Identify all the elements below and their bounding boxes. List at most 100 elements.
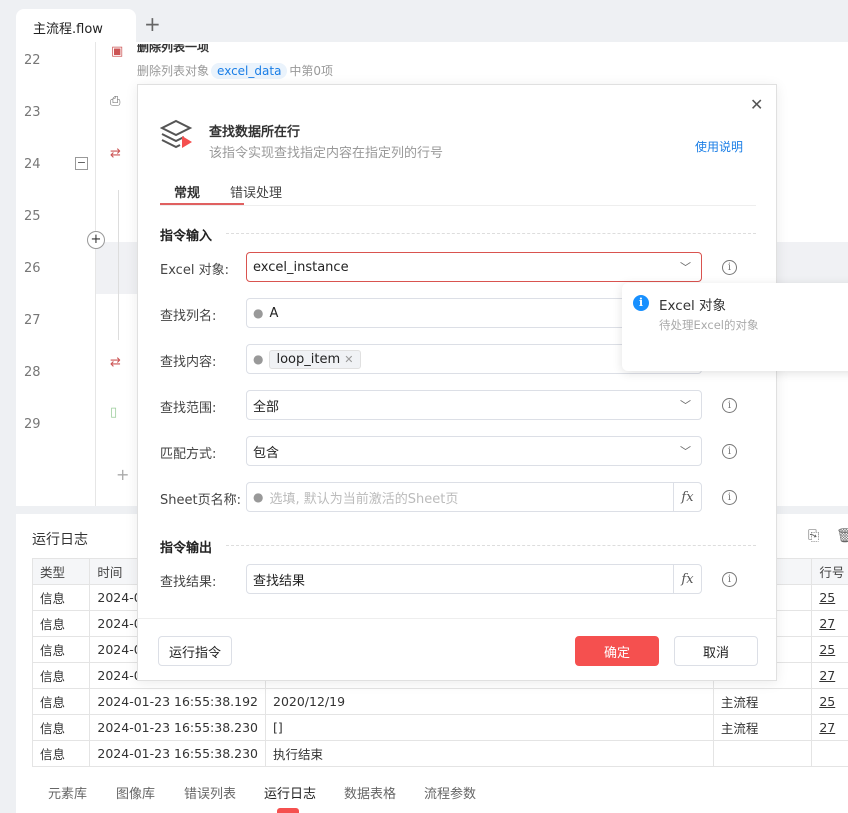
line-link[interactable]: 25 [819,694,835,709]
remove-tag-icon[interactable]: ✕ [344,353,353,366]
result-value: 查找结果 [253,573,306,589]
step-title: 删除列表一项 [137,44,210,54]
tab-main-flow[interactable]: 主流程.flow [16,9,136,43]
range-select[interactable]: 全部 ﹀ [246,390,702,420]
cell-line[interactable]: 27 [811,610,848,637]
python-icon: ● [253,306,264,320]
python-icon: ● [253,352,264,366]
col-line: 行号 [811,558,848,585]
cell-content: [] [265,714,714,741]
step-prefix: 删除列表对象 [137,64,210,78]
confirm-button[interactable]: 确定 [575,636,659,666]
cell-time: 2024-01-23 16:55:38.230 [89,740,266,767]
info-icon[interactable]: i [722,572,737,587]
add-icon[interactable]: + [116,465,129,484]
info-icon[interactable]: i [722,490,737,505]
line-number: 29 [24,417,41,432]
column-value: A [269,305,279,321]
excel-object-select[interactable]: excel_instance ﹀ [246,252,702,282]
line-number: 27 [24,313,41,328]
run-command-button[interactable]: 运行指令 [158,636,232,666]
line-link[interactable]: 25 [819,642,835,657]
excel-file-icon: ▯ [110,405,118,420]
tab-error-handling[interactable]: 错误处理 [230,182,282,201]
bottom-tab[interactable]: 图像库 [116,783,155,802]
trash-icon[interactable]: 🗑 [836,528,848,544]
bottom-tab[interactable]: 流程参数 [424,783,476,802]
cell-type: 信息 [31,688,91,715]
line-link[interactable]: 27 [819,668,835,683]
export-icon[interactable]: ⎘ [808,528,819,544]
info-icon[interactable]: i [722,398,737,413]
col-type: 类型 [31,558,91,585]
match-select[interactable]: 包含 ﹀ [246,436,702,466]
range-value: 全部 [253,399,280,415]
sheet-label: Sheet页名称: [160,493,241,508]
sheet-input[interactable]: ● 选填, 默认为当前激活的Sheet页 fx [246,482,702,512]
cell-type: 信息 [31,714,91,741]
match-label: 匹配方式: [160,447,217,462]
tab-general[interactable]: 常规 [174,182,200,201]
active-tab-indicator [277,808,299,813]
tag-label: loop_item [276,351,341,367]
cell-line[interactable]: 27 [811,714,848,741]
divider [226,545,756,546]
close-icon[interactable]: ✕ [750,95,763,114]
dialog-subtitle: 该指令实现查找指定内容在指定列的行号 [209,146,444,161]
bottom-tab[interactable]: 错误列表 [184,783,236,802]
divider [160,205,756,206]
add-tab-button[interactable]: + [144,12,161,36]
step-suffix: 中第0项 [289,64,334,78]
cell-type: 信息 [31,662,91,689]
line-link[interactable]: 25 [819,590,835,605]
help-link[interactable]: 使用说明 [695,138,743,155]
cell-type: 信息 [31,636,91,663]
info-icon[interactable]: i [722,260,737,275]
cell-line[interactable]: 25 [811,688,848,715]
find-row-dialog: ✕ 查找数据所在行 该指令实现查找指定内容在指定列的行号 使用说明 常规 错误处… [137,84,777,681]
loop-break-icon: ⇄ [110,355,121,370]
collapse-icon[interactable]: − [75,157,88,170]
cell-line[interactable]: 25 [811,584,848,611]
line-number: 23 [24,105,41,120]
cell-line[interactable] [811,740,848,767]
layers-icon [160,119,193,149]
cancel-button[interactable]: 取消 [674,636,758,666]
divider [226,233,756,234]
line-number: 25 [24,209,41,224]
bottom-tab[interactable]: 元素库 [48,783,87,802]
fx-icon[interactable]: fx [673,483,701,511]
cell-flow: 主流程 [712,688,813,715]
match-value: 包含 [253,445,280,461]
fx-icon[interactable]: fx [673,565,701,593]
variable-tag[interactable]: loop_item ✕ [269,349,361,369]
branch-line [118,190,119,340]
variable-tag[interactable]: excel_data [211,62,288,79]
cell-flow: 主流程 [712,714,813,741]
cell-line[interactable]: 25 [811,636,848,663]
cell-content: 2020/12/19 [265,688,714,715]
range-label: 查找范围: [160,401,217,416]
bottom-tab[interactable]: 数据表格 [344,783,396,802]
cell-content: 执行结束 [265,740,714,767]
tooltip: i Excel 对象 待处理Excel的对象 [622,283,848,371]
info-icon[interactable]: i [722,444,737,459]
result-input[interactable]: 查找结果 fx [246,564,702,594]
add-step-icon[interactable]: + [87,231,105,249]
line-link[interactable]: 27 [819,616,835,631]
info-icon: i [633,295,649,311]
tooltip-desc: 待处理Excel的对象 [659,318,759,332]
table-row: 信息 2024-01-23 16:55:38.192 2020/12/19 主流程 25 [31,688,848,715]
print-icon: ⎙ [110,94,121,109]
line-number: 26 [24,261,41,276]
line-link[interactable]: 27 [819,720,835,735]
cell-time: 2024-01-23 16:55:38.230 [89,714,266,741]
table-row: 信息 2024-01-23 16:55:38.230 执行结束 [31,740,848,767]
divider [95,42,96,506]
output-section-title: 指令输出 [160,541,213,556]
result-label: 查找结果: [160,575,217,590]
bottom-tab[interactable]: 运行日志 [264,783,316,802]
line-number: 24 [24,157,41,172]
cell-line[interactable]: 27 [811,662,848,689]
step-desc: 删除列表对象 excel_data 中第0项 [137,62,333,79]
